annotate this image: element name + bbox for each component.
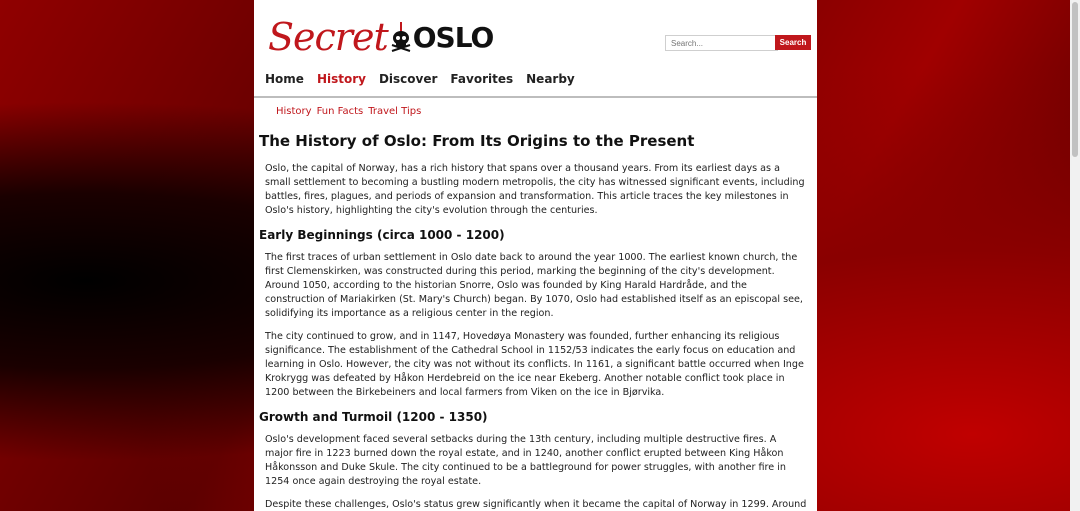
logo-secret-text: Secret bbox=[268, 15, 389, 59]
nav-item-history[interactable]: History bbox=[317, 72, 366, 86]
logo-oslo-text: OSLO bbox=[412, 21, 495, 54]
nav-item-discover[interactable]: Discover bbox=[379, 72, 437, 86]
section-heading: Growth and Turmoil (1200 - 1350) bbox=[259, 410, 488, 424]
article: The History of Oslo: From Its Origins to… bbox=[254, 130, 817, 511]
section-paragraph: Oslo's development faced several setback… bbox=[265, 434, 786, 487]
page-scrollbar[interactable] bbox=[1070, 0, 1080, 511]
nav-item-nearby[interactable]: Nearby bbox=[526, 72, 575, 86]
article-intro: Oslo, the capital of Norway, has a rich … bbox=[265, 163, 805, 216]
article-title: The History of Oslo: From Its Origins to… bbox=[259, 132, 695, 150]
section-heading: Early Beginnings (circa 1000 - 1200) bbox=[259, 228, 505, 242]
main-nav: Home History Discover Favorites Nearby bbox=[265, 72, 575, 86]
nav-item-favorites[interactable]: Favorites bbox=[450, 72, 513, 86]
subnav-link-fun-facts[interactable]: Fun Facts bbox=[317, 106, 364, 117]
nav-divider bbox=[254, 96, 817, 98]
subnav-link-travel-tips[interactable]: Travel Tips bbox=[368, 106, 421, 117]
section-paragraph: The city continued to grow, and in 1147,… bbox=[265, 331, 804, 398]
sub-nav: History Fun Facts Travel Tips bbox=[276, 106, 421, 117]
nav-item-home[interactable]: Home bbox=[265, 72, 304, 86]
scrollbar-thumb[interactable] bbox=[1072, 2, 1078, 157]
skull-icon bbox=[390, 22, 412, 52]
secret-oslo-logo[interactable]: Secret OSLO bbox=[268, 10, 495, 59]
search-input[interactable] bbox=[665, 35, 778, 51]
page-container: Secret OSLO Search Home History Discover… bbox=[254, 0, 817, 511]
section-paragraph: The first traces of urban settlement in … bbox=[265, 252, 803, 319]
subnav-link-history[interactable]: History bbox=[276, 106, 312, 117]
search-button[interactable]: Search bbox=[775, 35, 811, 50]
section-paragraph: Despite these challenges, Oslo's status … bbox=[265, 499, 807, 510]
